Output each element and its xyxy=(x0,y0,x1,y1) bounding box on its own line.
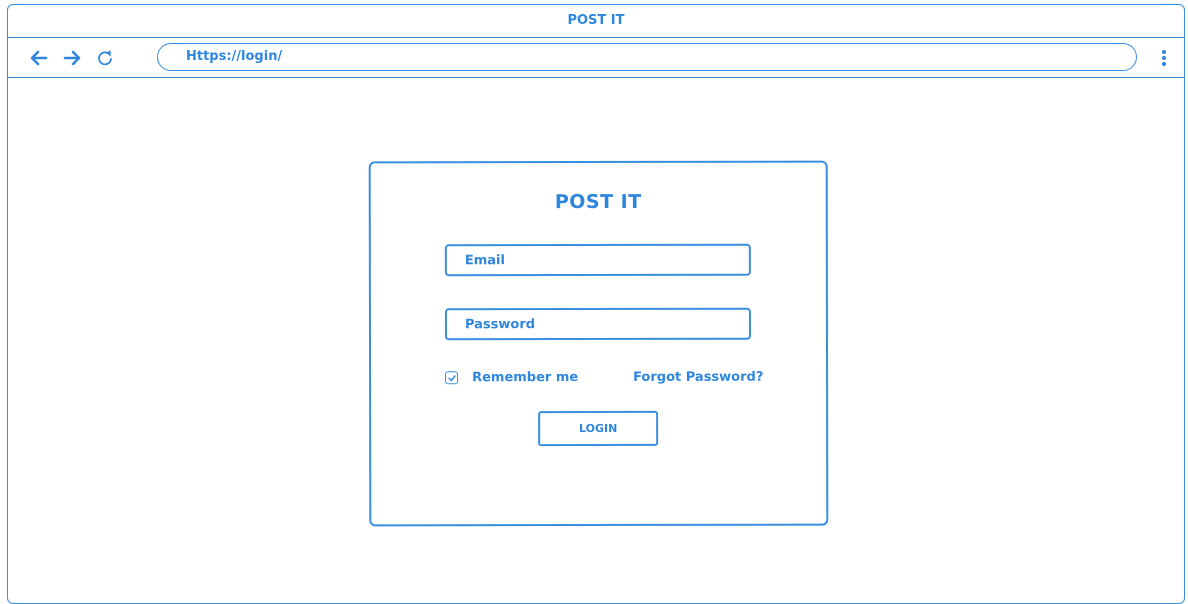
window-title: POST IT xyxy=(7,4,1185,38)
login-button[interactable]: LOGIN xyxy=(538,410,659,447)
login-title: POST IT xyxy=(554,190,642,214)
remember-me-checkbox[interactable] xyxy=(445,371,459,385)
remember-me-label: Remember me xyxy=(472,370,579,386)
password-input[interactable] xyxy=(444,307,751,341)
vertical-dots-menu-icon[interactable] xyxy=(1157,47,1171,69)
checkmark-icon xyxy=(447,374,456,381)
reload-icon[interactable] xyxy=(95,48,115,68)
login-card: POST IT Remember me Forgot Password? LOG… xyxy=(368,160,829,527)
forgot-password-link[interactable]: Forgot Password? xyxy=(633,370,763,385)
back-arrow-icon[interactable] xyxy=(29,48,49,68)
email-input[interactable] xyxy=(444,243,751,277)
forward-arrow-icon[interactable] xyxy=(62,48,82,68)
remember-me[interactable]: Remember me xyxy=(445,370,578,385)
address-bar[interactable]: Https://login/ xyxy=(157,43,1137,71)
browser-toolbar: Https://login/ xyxy=(7,38,1185,78)
